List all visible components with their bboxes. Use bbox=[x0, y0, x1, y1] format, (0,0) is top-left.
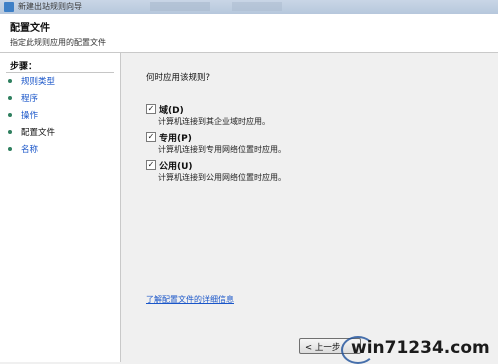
sidebar-item-name[interactable]: 名称 bbox=[8, 143, 118, 156]
page-subtitle: 指定此规则应用的配置文件 bbox=[10, 38, 106, 47]
domain-label[interactable]: 域(D) bbox=[159, 103, 184, 116]
wizard-header: 配置文件 指定此规则应用的配置文件 bbox=[0, 14, 498, 53]
option-public: ✓ 公用(U) 计算机连接到公用网络位置时应用。 bbox=[146, 159, 476, 185]
learn-more-link[interactable]: 了解配置文件的详细信息 bbox=[146, 294, 234, 305]
sidebar-item-label: 规则类型 bbox=[21, 77, 56, 87]
window-titlebar: 新建出站规则向导 bbox=[0, 0, 498, 15]
step-bullet-icon bbox=[8, 147, 12, 151]
sidebar-item-label: 名称 bbox=[21, 145, 39, 155]
option-private: ✓ 专用(P) 计算机连接到专用网络位置时应用。 bbox=[146, 131, 476, 157]
option-domain: ✓ 域(D) 计算机连接到其企业域时应用。 bbox=[146, 103, 476, 129]
wizard-icon bbox=[4, 2, 14, 12]
apply-question: 何时应用该规则? bbox=[146, 73, 211, 83]
private-checkbox[interactable]: ✓ bbox=[146, 132, 156, 142]
step-bullet-icon bbox=[8, 79, 12, 83]
steps-divider bbox=[6, 72, 114, 73]
step-bullet-icon bbox=[8, 130, 12, 134]
domain-description: 计算机连接到其企业域时应用。 bbox=[158, 117, 270, 126]
steps-sidebar: 步骤： 规则类型 程序 操作 配置文件 名称 bbox=[0, 53, 121, 362]
window-title: 新建出站规则向导 bbox=[18, 2, 82, 11]
page-title: 配置文件 bbox=[10, 23, 50, 34]
sidebar-item-label: 程序 bbox=[21, 94, 39, 104]
sidebar-item-label: 操作 bbox=[21, 111, 39, 121]
public-description: 计算机连接到公用网络位置时应用。 bbox=[158, 173, 286, 182]
watermark-text: win71234.com bbox=[351, 338, 490, 358]
public-checkbox[interactable]: ✓ bbox=[146, 160, 156, 170]
profile-panel: 何时应用该规则? ✓ 域(D) 计算机连接到其企业域时应用。 ✓ 专用(P) 计… bbox=[121, 53, 498, 364]
private-label[interactable]: 专用(P) bbox=[159, 131, 192, 144]
titlebar-blur-region bbox=[150, 2, 210, 11]
steps-heading: 步骤： bbox=[10, 62, 38, 72]
private-description: 计算机连接到专用网络位置时应用。 bbox=[158, 145, 286, 154]
watermark: win71234.com bbox=[341, 336, 498, 364]
sidebar-item-label: 配置文件 bbox=[21, 128, 56, 138]
sidebar-item-program[interactable]: 程序 bbox=[8, 92, 118, 105]
step-bullet-icon bbox=[8, 96, 12, 100]
public-label[interactable]: 公用(U) bbox=[159, 159, 193, 172]
sidebar-item-profile: 配置文件 bbox=[8, 126, 118, 139]
titlebar-blur-region-2 bbox=[232, 2, 282, 11]
domain-checkbox[interactable]: ✓ bbox=[146, 104, 156, 114]
sidebar-item-action[interactable]: 操作 bbox=[8, 109, 118, 122]
step-bullet-icon bbox=[8, 113, 12, 117]
sidebar-item-rule-type[interactable]: 规则类型 bbox=[8, 75, 118, 88]
